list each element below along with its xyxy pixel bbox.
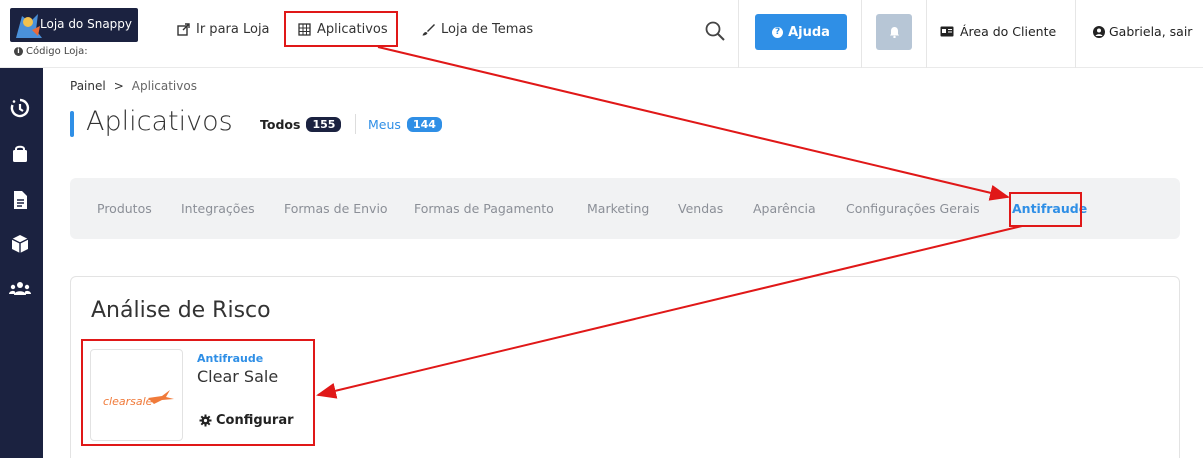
tab-products[interactable]: Produtos xyxy=(97,201,152,216)
question-icon: ? xyxy=(772,26,784,38)
tab-shipping[interactable]: Formas de Envio xyxy=(284,201,388,216)
user-logout-link[interactable]: Gabriela, sair xyxy=(1093,24,1192,39)
page-title: Aplicativos xyxy=(86,106,233,137)
notifications-button[interactable] xyxy=(876,14,912,50)
bell-icon xyxy=(889,27,899,38)
top-bar: Loja do Snappy i Código Loja: Ir para Lo… xyxy=(0,0,1203,68)
clearsale-logo-text: clearsale xyxy=(103,395,153,408)
divider xyxy=(861,0,862,68)
help-button[interactable]: ? Ajuda xyxy=(755,14,847,50)
tab-integrations[interactable]: Integrações xyxy=(181,201,255,216)
section-title: Análise de Risco xyxy=(91,298,271,323)
divider xyxy=(1075,0,1076,68)
breadcrumb-current: Aplicativos xyxy=(131,79,197,93)
search-icon[interactable] xyxy=(704,20,726,42)
shopping-bag-icon[interactable] xyxy=(8,142,32,166)
filter-mine-label: Meus xyxy=(368,117,401,132)
divider xyxy=(355,114,356,134)
sidebar xyxy=(0,68,43,458)
apps-nav-link[interactable]: Aplicativos xyxy=(298,22,388,37)
divider xyxy=(738,0,739,68)
tab-appearance[interactable]: Aparência xyxy=(753,201,816,216)
gear-icon xyxy=(199,414,212,427)
filter-all[interactable]: Todos 155 xyxy=(260,117,342,132)
breadcrumb: Painel > Aplicativos xyxy=(70,79,197,93)
user-label: Gabriela, sair xyxy=(1109,24,1193,39)
box-icon[interactable] xyxy=(8,232,32,256)
clearsale-logo[interactable]: clearsale xyxy=(90,349,183,441)
tab-sales[interactable]: Vendas xyxy=(678,201,723,216)
document-icon[interactable] xyxy=(8,188,32,212)
tab-general-settings[interactable]: Configurações Gerais xyxy=(846,201,980,216)
help-label: Ajuda xyxy=(788,24,830,40)
arrow-to-antifraud xyxy=(377,46,1010,201)
theme-store-label: Loja de Temas xyxy=(441,22,534,37)
store-code: i Código Loja: xyxy=(14,46,88,57)
info-icon: i xyxy=(14,47,23,56)
divider xyxy=(926,0,927,68)
client-area-label: Área do Cliente xyxy=(960,24,1057,39)
clearsale-bird-icon xyxy=(148,390,174,404)
breadcrumb-separator: > xyxy=(113,79,124,93)
go-to-store-link[interactable]: Ir para Loja xyxy=(177,22,270,37)
apps-nav-label: Aplicativos xyxy=(317,22,388,37)
app-name: Clear Sale xyxy=(197,367,279,386)
store-code-label: Código Loja: xyxy=(26,46,88,57)
client-area-link[interactable]: Área do Cliente xyxy=(940,24,1056,39)
configure-button[interactable]: Configurar xyxy=(199,413,294,428)
store-name: Loja do Snappy xyxy=(40,17,133,31)
breadcrumb-root[interactable]: Painel xyxy=(70,79,106,93)
app-root: Loja do Snappy i Código Loja: Ir para Lo… xyxy=(0,0,1203,458)
tab-antifraud[interactable]: Antifraude xyxy=(1012,201,1087,216)
filter-all-count: 155 xyxy=(306,117,342,132)
app-category: Antifraude xyxy=(197,352,264,365)
filter-mine[interactable]: Meus 144 xyxy=(368,117,442,132)
external-link-icon xyxy=(177,23,190,36)
users-icon[interactable] xyxy=(8,277,32,301)
brush-icon xyxy=(422,24,435,36)
grid-icon xyxy=(298,23,311,36)
theme-store-link[interactable]: Loja de Temas xyxy=(422,22,533,37)
filter-all-label: Todos xyxy=(260,117,301,132)
filter-mine-count: 144 xyxy=(406,117,442,132)
go-to-store-label: Ir para Loja xyxy=(196,22,270,37)
user-circle-icon xyxy=(1093,25,1105,38)
title-accent-bar xyxy=(70,111,74,137)
tab-marketing[interactable]: Marketing xyxy=(587,201,649,216)
configure-label: Configurar xyxy=(216,413,294,428)
tab-payment[interactable]: Formas de Pagamento xyxy=(414,201,554,216)
dashboard-timer-icon[interactable] xyxy=(8,96,32,120)
store-logo[interactable]: Loja do Snappy xyxy=(10,8,138,42)
id-card-icon xyxy=(940,26,954,37)
